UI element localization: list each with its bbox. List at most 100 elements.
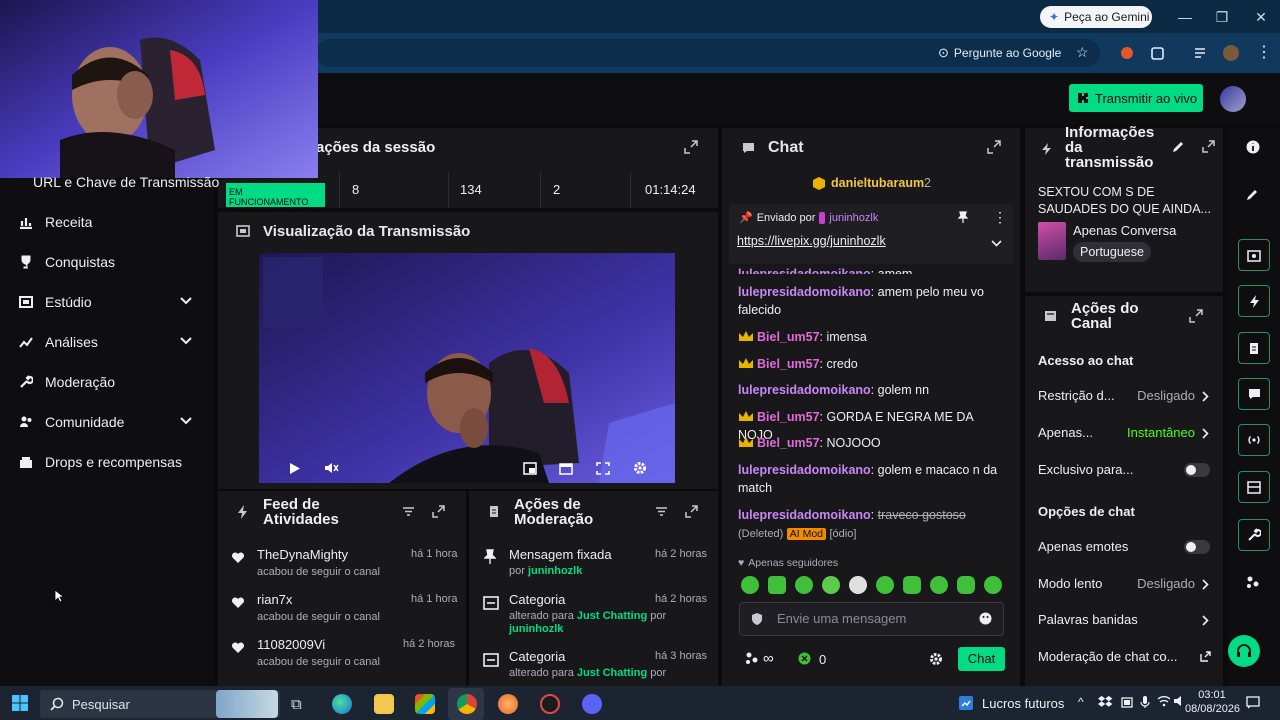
- emote-icon[interactable]: [957, 576, 975, 594]
- theater-icon[interactable]: [559, 462, 573, 475]
- slow-mode-setting[interactable]: Modo lento Desligado: [1038, 576, 1213, 594]
- stocks-widget[interactable]: Lucros futuros: [958, 692, 1068, 714]
- rail-camera-button[interactable]: [1238, 239, 1270, 271]
- extension-fox-icon[interactable]: [1118, 44, 1136, 62]
- popout-icon[interactable]: [1189, 309, 1203, 323]
- sidebar-item-community[interactable]: Comunidade: [0, 404, 214, 440]
- edit-pencil-icon[interactable]: [1172, 141, 1184, 153]
- wifi-icon[interactable]: [1157, 695, 1171, 707]
- file-explorer-icon[interactable]: [374, 694, 394, 714]
- user-avatar[interactable]: [1220, 86, 1246, 112]
- windows-start-icon[interactable]: [12, 695, 28, 711]
- emote-bar[interactable]: [741, 576, 1003, 594]
- menu-icon[interactable]: ⋮: [1256, 44, 1274, 62]
- kick-points-icon[interactable]: [798, 652, 811, 665]
- star-icon[interactable]: ☆: [1076, 44, 1094, 62]
- sidebar-item-analytics[interactable]: Análises: [0, 324, 214, 360]
- rail-broadcast-button[interactable]: [1238, 424, 1270, 456]
- chat-users-icon[interactable]: [744, 651, 760, 665]
- sidebar-item-drops[interactable]: Drops e recompensas: [0, 444, 214, 480]
- list-item[interactable]: Categoria alterado para Just Chatting po…: [481, 647, 713, 683]
- emote-icon[interactable]: [822, 576, 840, 594]
- banned-words-setting[interactable]: Palavras banidas: [1038, 612, 1213, 630]
- taskbar-clock[interactable]: 03:01 08/08/2026: [1185, 688, 1240, 718]
- emoji-icon[interactable]: [979, 612, 992, 625]
- app-orange-icon[interactable]: [498, 694, 518, 714]
- emote-icon[interactable]: [930, 576, 948, 594]
- sidebar-item-revenue[interactable]: Receita: [0, 204, 214, 240]
- emote-icon[interactable]: [903, 576, 921, 594]
- sidebar-item-moderation[interactable]: Moderação: [0, 364, 214, 400]
- unpin-icon[interactable]: [958, 211, 968, 223]
- popout-icon[interactable]: [432, 505, 445, 518]
- notifications-icon[interactable]: [1246, 696, 1260, 709]
- stream-preview-video[interactable]: [259, 253, 675, 483]
- restriction-setting[interactable]: Restrição d... Desligado: [1038, 388, 1213, 406]
- filter-icon[interactable]: [402, 506, 415, 517]
- list-item[interactable]: 11082009Vi acabou de seguir o canal há 2…: [230, 635, 466, 675]
- gemini-button[interactable]: ✦ Peça ao Gemini: [1040, 6, 1152, 28]
- exclusive-toggle[interactable]: [1184, 463, 1210, 477]
- miniplayer-icon[interactable]: [523, 462, 537, 475]
- sidebar-item-stream-key[interactable]: URL e Chave de Transmissão: [33, 174, 219, 192]
- store-icon[interactable]: [415, 694, 435, 714]
- tray-chevron-icon[interactable]: ^: [1078, 695, 1084, 709]
- emote-icon[interactable]: [795, 576, 813, 594]
- chat-send-button[interactable]: Chat: [958, 647, 1005, 671]
- close-icon[interactable]: ✕: [1252, 8, 1270, 26]
- rail-moderation-button[interactable]: [1238, 519, 1270, 551]
- discord-icon[interactable]: [582, 694, 602, 714]
- settings-gear-icon[interactable]: [633, 461, 647, 475]
- filter-icon[interactable]: [655, 506, 668, 517]
- list-item[interactable]: rian7x acabou de seguir o canal há 1 hor…: [230, 590, 466, 630]
- sidebar-item-achievements[interactable]: Conquistas: [0, 244, 214, 280]
- dropbox-icon[interactable]: [1098, 695, 1114, 709]
- info-icon[interactable]: [1246, 140, 1260, 154]
- volume-icon[interactable]: [1173, 695, 1185, 707]
- support-headset-button[interactable]: [1228, 635, 1260, 667]
- chevron-down-icon[interactable]: [991, 240, 1002, 248]
- followers-only-setting[interactable]: Apenas... Instantâneo: [1038, 425, 1213, 443]
- ask-google-button[interactable]: ⊙ Pergunte ao Google: [938, 43, 1066, 63]
- go-live-button[interactable]: Transmitir ao vivo: [1069, 84, 1203, 112]
- rail-layout-button[interactable]: [1238, 471, 1270, 503]
- list-item[interactable]: Mensagem fixada por juninhozlk há 2 hora…: [481, 545, 713, 581]
- exclusive-setting[interactable]: Exclusivo para...: [1038, 462, 1213, 480]
- edit-pencil-icon[interactable]: [1246, 188, 1259, 201]
- emote-icon[interactable]: [876, 576, 894, 594]
- pinned-link[interactable]: https://livepix.gg/juninhozlk: [737, 234, 886, 248]
- emote-icon[interactable]: [849, 576, 867, 594]
- list-item[interactable]: Categoria alterado para Just Chatting po…: [481, 590, 713, 636]
- rail-document-button[interactable]: [1238, 332, 1270, 364]
- mute-icon[interactable]: [324, 461, 339, 475]
- rail-lightning-button[interactable]: [1238, 285, 1270, 317]
- minimize-icon[interactable]: —: [1176, 8, 1194, 26]
- popout-icon[interactable]: [685, 505, 698, 518]
- task-view-icon[interactable]: ⧉: [291, 696, 302, 713]
- profile-avatar[interactable]: [1222, 44, 1240, 62]
- obs-icon[interactable]: [540, 694, 560, 714]
- microphone-icon[interactable]: [1140, 695, 1150, 709]
- top-gifter-row[interactable]: danieltubaraum 2: [812, 175, 1012, 193]
- chat-settings-icon[interactable]: [929, 652, 943, 666]
- emote-icon[interactable]: [768, 576, 786, 594]
- rail-chat-button[interactable]: [1238, 378, 1270, 410]
- popout-icon[interactable]: [684, 140, 698, 154]
- more-options-icon[interactable]: ⋮: [993, 210, 1007, 224]
- play-icon[interactable]: [289, 462, 301, 475]
- emotes-only-toggle[interactable]: [1184, 540, 1210, 554]
- community-icon[interactable]: [1246, 575, 1260, 589]
- popout-icon[interactable]: [1202, 140, 1215, 153]
- emote-icon[interactable]: [984, 576, 1002, 594]
- fullscreen-icon[interactable]: [596, 462, 610, 475]
- edge-icon[interactable]: [332, 694, 352, 714]
- popout-icon[interactable]: [987, 140, 1001, 154]
- list-item[interactable]: TheDynaMighty acabou de seguir o canal h…: [230, 545, 466, 585]
- sidebar-item-studio[interactable]: Estúdio: [0, 284, 214, 320]
- reading-list-icon[interactable]: [1192, 44, 1210, 62]
- category-name[interactable]: Apenas Conversa: [1073, 223, 1176, 238]
- category-thumbnail[interactable]: [1038, 222, 1066, 260]
- restore-icon[interactable]: ❐: [1213, 8, 1231, 26]
- emotes-only-setting[interactable]: Apenas emotes: [1038, 539, 1213, 557]
- chrome-icon[interactable]: [457, 694, 477, 714]
